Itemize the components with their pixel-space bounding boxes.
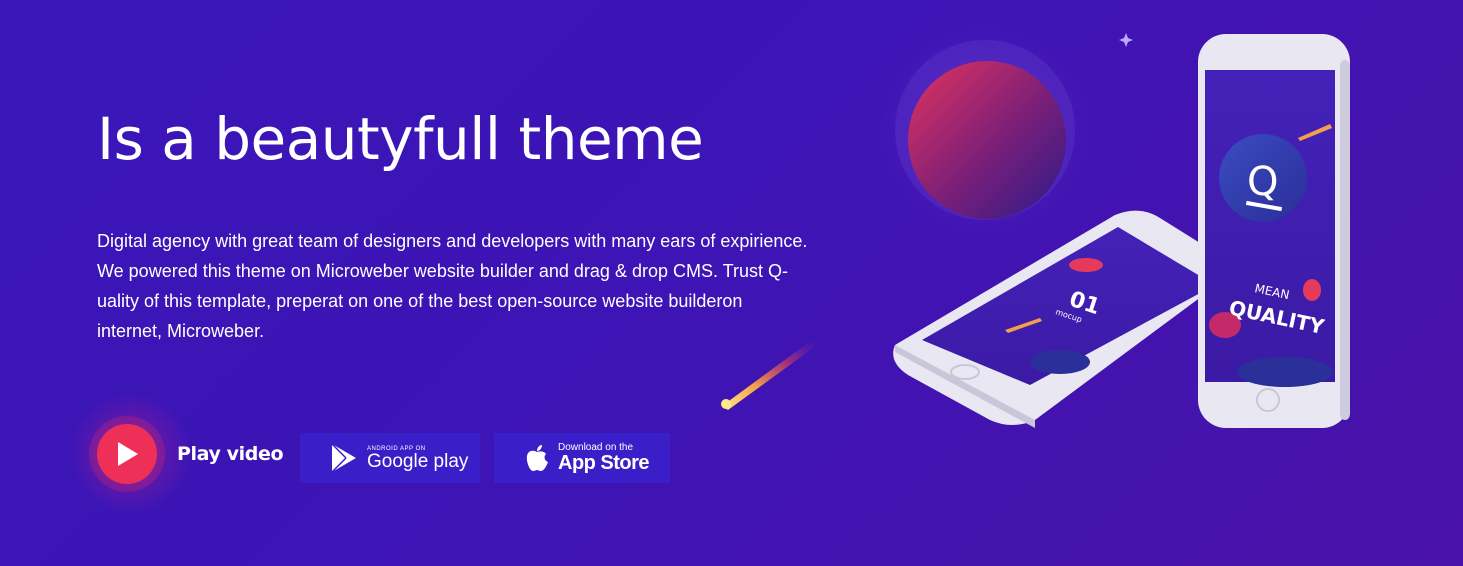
phone-back-logo: Q [1247, 159, 1278, 205]
sparkle-icon [1119, 33, 1133, 47]
meteor [722, 340, 816, 410]
phone-illustration: 01 mocup Q MEAN QUALITY [721, 18, 1350, 428]
planet [908, 61, 1066, 219]
phone-front: 01 mocup [893, 210, 1240, 428]
meteor-head [721, 399, 731, 409]
phone-back: Q MEAN QUALITY [1198, 34, 1350, 428]
